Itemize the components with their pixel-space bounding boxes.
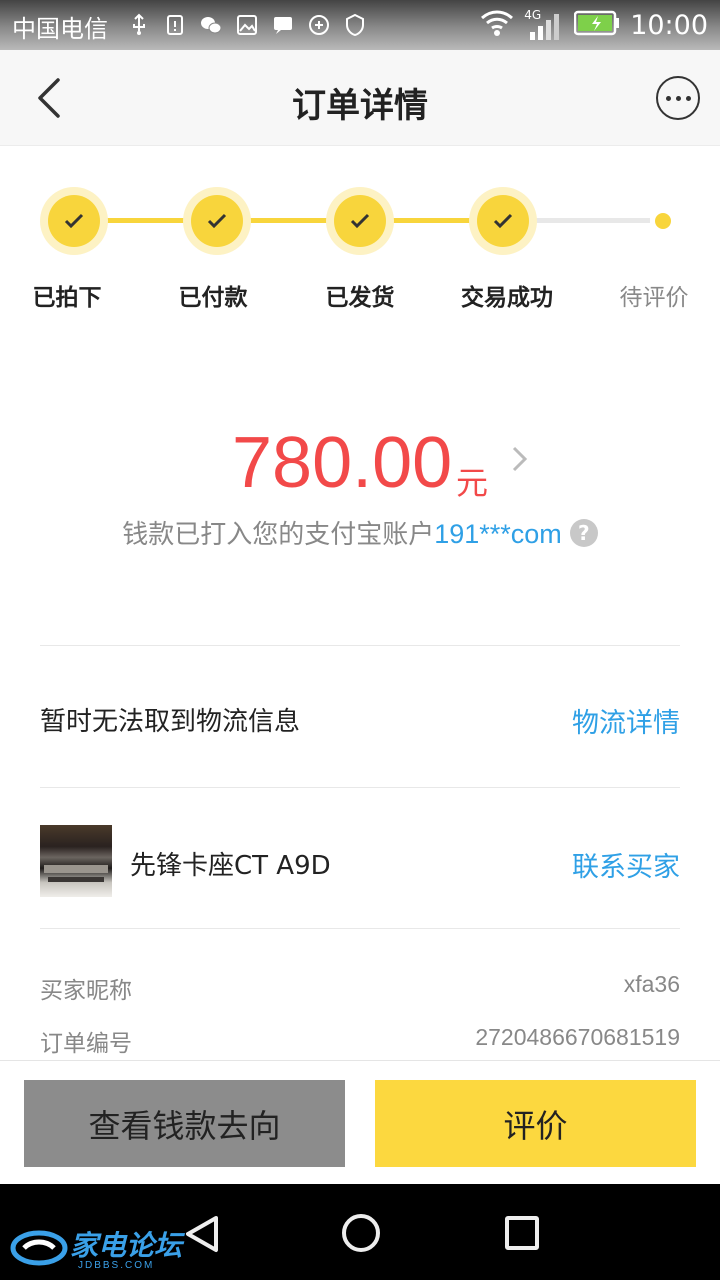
order-progress: 已拍下 已付款 已发货 交易成功 待评价 (0, 146, 720, 316)
step-dot-pending (655, 213, 671, 229)
step-node (183, 187, 251, 255)
forum-logo-icon (10, 1230, 68, 1266)
status-right: 4G 10:00 (480, 8, 708, 42)
wifi-icon (480, 9, 514, 41)
image-icon (234, 12, 260, 38)
check-icon (350, 213, 370, 229)
help-icon[interactable]: ? (569, 519, 598, 547)
chevron-right-icon (512, 446, 528, 472)
step-label: 已付款 (178, 285, 248, 311)
progress-line (244, 218, 334, 223)
review-button[interactable]: 评价 (375, 1080, 696, 1167)
more-dot-icon (665, 95, 671, 101)
divider (40, 787, 680, 788)
progress-line-pending (530, 218, 650, 223)
step-label: 待评价 (619, 285, 689, 311)
buyer-nickname-value: xfa36 (623, 971, 680, 997)
clock: 10:00 (630, 9, 708, 41)
carrier-label: 中国电信 (12, 15, 108, 43)
divider (40, 928, 680, 929)
divider (40, 645, 680, 646)
nav-home-icon[interactable] (342, 1214, 380, 1252)
payment-note: 钱款已打入您的支付宝账户191***com? (0, 514, 720, 551)
watermark-text: 家电论坛 (70, 1229, 183, 1262)
storage-warning-icon (162, 12, 188, 38)
step-node (469, 187, 537, 255)
order-number-label: 订单编号 (40, 1031, 132, 1057)
app-icon (306, 12, 332, 38)
more-options-button[interactable] (656, 76, 700, 120)
check-icon (64, 213, 84, 229)
step-label: 已拍下 (32, 285, 102, 311)
status-bar: 中国电信 4G 10:00 (0, 0, 720, 50)
check-icon (207, 213, 227, 229)
more-dot-icon (675, 95, 681, 101)
order-number-value: 2720486670681519 (475, 1024, 680, 1050)
payment-note-text: 钱款已打入您的支付宝账户 (122, 520, 435, 550)
amount-value: 780.00 (232, 423, 453, 503)
progress-line (100, 218, 190, 223)
amount-unit: 元 (456, 464, 489, 502)
wechat-icon (198, 12, 224, 38)
contact-buyer-link[interactable]: 联系买家 (572, 845, 680, 884)
step-label: 交易成功 (461, 285, 553, 311)
step-label: 已发货 (325, 285, 395, 311)
buyer-nickname-label: 买家昵称 (40, 978, 132, 1004)
page-title: 订单详情 (292, 86, 428, 126)
step-node (326, 187, 394, 255)
amount-block[interactable]: 780.00 元 (0, 420, 720, 510)
product-thumbnail[interactable] (40, 825, 112, 897)
product-name[interactable]: 先锋卡座CT A9D (130, 845, 331, 882)
app-header: 订单详情 (0, 50, 720, 146)
view-money-flow-button[interactable]: 查看钱款去向 (24, 1080, 345, 1167)
more-dot-icon (685, 95, 691, 101)
progress-line (386, 218, 476, 223)
alipay-account: 191***com (434, 519, 562, 549)
network-type-label: 4G (524, 8, 542, 22)
usb-icon (126, 12, 152, 38)
battery-icon (573, 10, 620, 40)
message-icon (270, 12, 296, 38)
step-node (40, 187, 108, 255)
logistics-status: 暂时无法取到物流信息 (40, 707, 301, 737)
forum-watermark: 家电论坛 JDBBS.COM (6, 1222, 186, 1274)
watermark-subtext: JDBBS.COM (78, 1260, 155, 1271)
logistics-detail-link[interactable]: 物流详情 (572, 701, 680, 740)
signal-icon: 4G (524, 8, 564, 42)
notification-icons (126, 12, 368, 38)
check-icon (493, 213, 513, 229)
shield-icon (342, 12, 368, 38)
action-bar: 查看钱款去向 评价 (0, 1060, 720, 1184)
nav-back-icon[interactable] (182, 1214, 222, 1254)
nav-recents-icon[interactable] (505, 1216, 539, 1250)
